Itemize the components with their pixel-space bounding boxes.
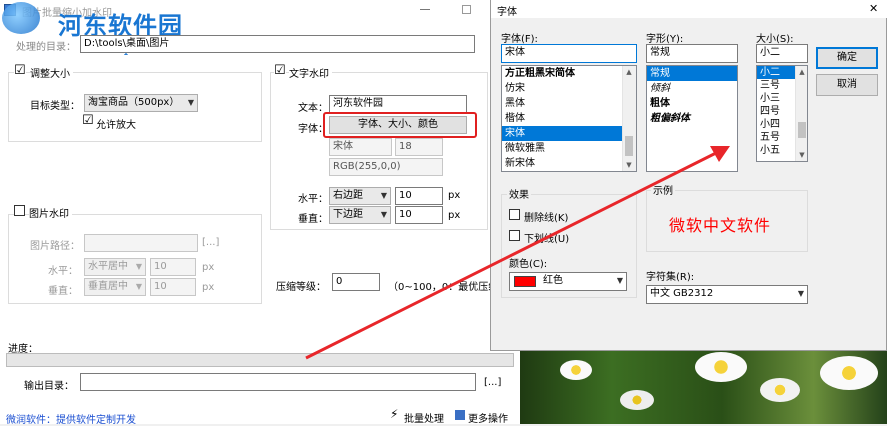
- annotation-arrow: [305, 146, 730, 360]
